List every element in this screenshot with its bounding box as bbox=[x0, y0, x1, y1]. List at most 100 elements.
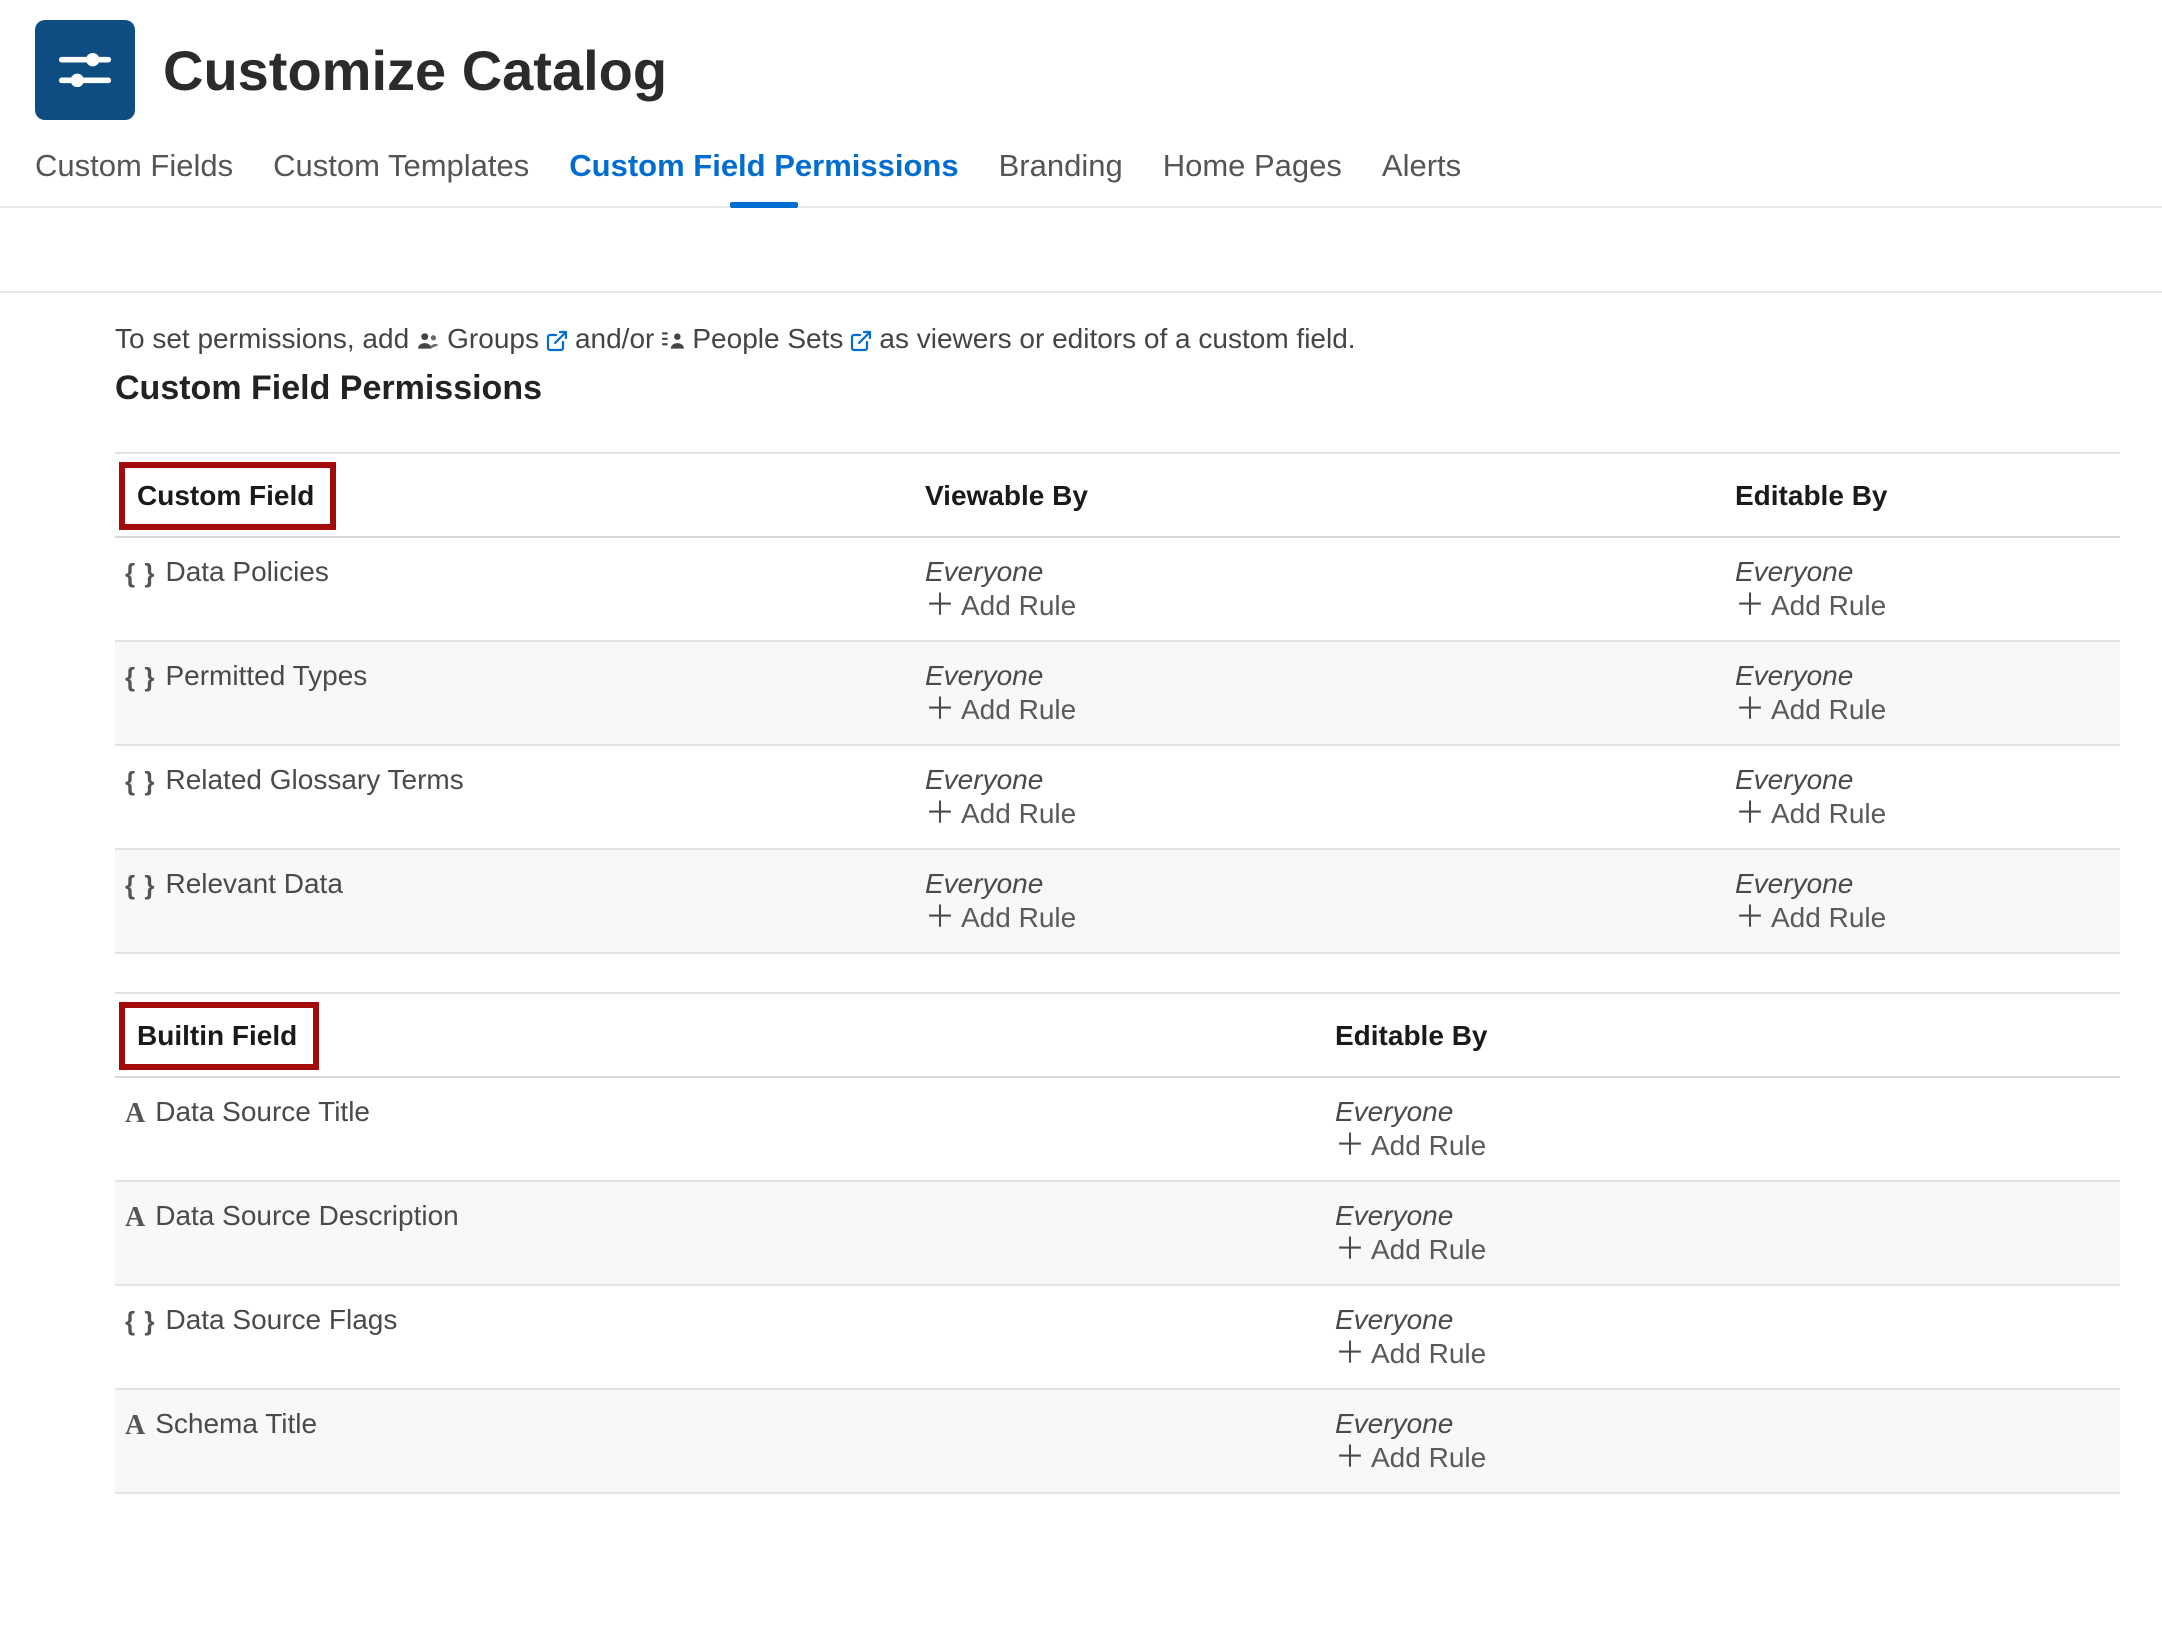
editable-add-rule-button[interactable]: ＋ Add Rule bbox=[1735, 902, 2110, 934]
external-link-icon[interactable] bbox=[849, 323, 873, 355]
table-row: { } Permitted Types Everyone ＋ Add Rule … bbox=[115, 642, 2120, 746]
tab-custom-field-permissions[interactable]: Custom Field Permissions bbox=[569, 148, 958, 206]
add-rule-label: Add Rule bbox=[961, 590, 1076, 622]
plus-icon: ＋ bbox=[1735, 799, 1765, 829]
editable-add-rule-button[interactable]: ＋ Add Rule bbox=[1335, 1234, 2110, 1266]
viewable-everyone: Everyone bbox=[925, 556, 1735, 588]
editable-everyone: Everyone bbox=[1735, 556, 2110, 588]
viewable-add-rule-button[interactable]: ＋ Add Rule bbox=[925, 590, 1735, 622]
plus-icon: ＋ bbox=[1335, 1443, 1365, 1473]
editable-everyone: Everyone bbox=[1335, 1096, 2110, 1128]
text-field-icon: A bbox=[125, 1098, 145, 1130]
tab-custom-templates[interactable]: Custom Templates bbox=[273, 148, 529, 206]
field-name: Data Source Title bbox=[155, 1096, 370, 1128]
field-name: Related Glossary Terms bbox=[165, 764, 463, 796]
custom-field-header: Custom Field bbox=[119, 462, 336, 530]
editable-everyone: Everyone bbox=[1735, 764, 2110, 796]
builtin-field-header: Builtin Field bbox=[119, 1002, 319, 1070]
viewable-add-rule-button[interactable]: ＋ Add Rule bbox=[925, 902, 1735, 934]
page-header: Customize Catalog bbox=[0, 0, 2162, 130]
plus-icon: ＋ bbox=[925, 695, 955, 725]
add-rule-label: Add Rule bbox=[1771, 590, 1886, 622]
plus-icon: ＋ bbox=[925, 799, 955, 829]
add-rule-label: Add Rule bbox=[1771, 902, 1886, 934]
plus-icon: ＋ bbox=[1335, 1339, 1365, 1369]
field-name: Data Source Description bbox=[155, 1200, 458, 1232]
table-row: A Data Source Description Everyone ＋ Add… bbox=[115, 1182, 2120, 1286]
plus-icon: ＋ bbox=[1335, 1131, 1365, 1161]
add-rule-label: Add Rule bbox=[961, 902, 1076, 934]
editable-add-rule-button[interactable]: ＋ Add Rule bbox=[1335, 1442, 2110, 1474]
builtin-table-body: A Data Source Title Everyone ＋ Add Rule … bbox=[115, 1078, 2120, 1494]
object-field-icon: { } bbox=[125, 1306, 155, 1337]
object-field-icon: { } bbox=[125, 662, 155, 693]
field-name: Data Policies bbox=[165, 556, 328, 588]
settings-icon bbox=[35, 20, 135, 120]
object-field-icon: { } bbox=[125, 766, 155, 797]
viewable-by-header: Viewable By bbox=[925, 480, 1735, 512]
object-field-icon: { } bbox=[125, 558, 155, 589]
table-row: { } Relevant Data Everyone ＋ Add Rule Ev… bbox=[115, 850, 2120, 954]
section-title: Custom Field Permissions bbox=[115, 369, 2120, 408]
field-name: Permitted Types bbox=[165, 660, 367, 692]
editable-add-rule-button[interactable]: ＋ Add Rule bbox=[1735, 798, 2110, 830]
field-name: Relevant Data bbox=[165, 868, 342, 900]
external-link-icon[interactable] bbox=[545, 323, 569, 355]
add-rule-label: Add Rule bbox=[1771, 798, 1886, 830]
people-sets-icon bbox=[660, 323, 686, 355]
editable-everyone: Everyone bbox=[1735, 868, 2110, 900]
add-rule-label: Add Rule bbox=[961, 798, 1076, 830]
object-field-icon: { } bbox=[125, 870, 155, 901]
table-row: A Schema Title Everyone ＋ Add Rule bbox=[115, 1390, 2120, 1494]
tab-custom-fields[interactable]: Custom Fields bbox=[35, 148, 233, 206]
custom-fields-table: Custom Field Viewable By Editable By { }… bbox=[115, 452, 2120, 954]
editable-add-rule-button[interactable]: ＋ Add Rule bbox=[1735, 694, 2110, 726]
add-rule-label: Add Rule bbox=[1371, 1338, 1486, 1370]
text-field-icon: A bbox=[125, 1410, 145, 1442]
editable-by-header: Editable By bbox=[1335, 1020, 2110, 1052]
intro-mid: and/or bbox=[575, 323, 654, 355]
editable-everyone: Everyone bbox=[1335, 1408, 2110, 1440]
editable-by-header: Editable By bbox=[1735, 480, 2110, 512]
custom-table-body: { } Data Policies Everyone ＋ Add Rule Ev… bbox=[115, 538, 2120, 954]
tab-home-pages[interactable]: Home Pages bbox=[1163, 148, 1342, 206]
intro-suffix: as viewers or editors of a custom field. bbox=[879, 323, 1355, 355]
plus-icon: ＋ bbox=[925, 903, 955, 933]
viewable-add-rule-button[interactable]: ＋ Add Rule bbox=[925, 798, 1735, 830]
text-field-icon: A bbox=[125, 1202, 145, 1234]
table-row: A Data Source Title Everyone ＋ Add Rule bbox=[115, 1078, 2120, 1182]
tab-branding[interactable]: Branding bbox=[999, 148, 1123, 206]
groups-link-label[interactable]: Groups bbox=[447, 323, 539, 355]
groups-icon bbox=[415, 323, 441, 355]
viewable-add-rule-button[interactable]: ＋ Add Rule bbox=[925, 694, 1735, 726]
content-area: To set permissions, add Groups bbox=[0, 293, 2120, 1494]
table-row: { } Related Glossary Terms Everyone ＋ Ad… bbox=[115, 746, 2120, 850]
table-row: { } Data Source Flags Everyone ＋ Add Rul… bbox=[115, 1286, 2120, 1390]
add-rule-label: Add Rule bbox=[1371, 1234, 1486, 1266]
editable-add-rule-button[interactable]: ＋ Add Rule bbox=[1335, 1130, 2110, 1162]
page-title: Customize Catalog bbox=[163, 38, 667, 103]
builtin-fields-table: Builtin Field Editable By A Data Source … bbox=[115, 992, 2120, 1494]
viewable-everyone: Everyone bbox=[925, 868, 1735, 900]
table-row: { } Data Policies Everyone ＋ Add Rule Ev… bbox=[115, 538, 2120, 642]
intro-prefix: To set permissions, add bbox=[115, 323, 409, 355]
field-name: Data Source Flags bbox=[165, 1304, 397, 1336]
editable-everyone: Everyone bbox=[1335, 1200, 2110, 1232]
intro-text: To set permissions, add Groups bbox=[115, 323, 2120, 355]
viewable-everyone: Everyone bbox=[925, 764, 1735, 796]
people-sets-link-label[interactable]: People Sets bbox=[692, 323, 843, 355]
editable-everyone: Everyone bbox=[1335, 1304, 2110, 1336]
editable-everyone: Everyone bbox=[1735, 660, 2110, 692]
plus-icon: ＋ bbox=[925, 591, 955, 621]
builtin-table-header-row: Builtin Field Editable By bbox=[115, 992, 2120, 1078]
add-rule-label: Add Rule bbox=[1371, 1442, 1486, 1474]
add-rule-label: Add Rule bbox=[961, 694, 1076, 726]
editable-add-rule-button[interactable]: ＋ Add Rule bbox=[1335, 1338, 2110, 1370]
add-rule-label: Add Rule bbox=[1371, 1130, 1486, 1162]
plus-icon: ＋ bbox=[1735, 695, 1765, 725]
tab-alerts[interactable]: Alerts bbox=[1382, 148, 1461, 206]
plus-icon: ＋ bbox=[1735, 591, 1765, 621]
plus-icon: ＋ bbox=[1735, 903, 1765, 933]
plus-icon: ＋ bbox=[1335, 1235, 1365, 1265]
editable-add-rule-button[interactable]: ＋ Add Rule bbox=[1735, 590, 2110, 622]
